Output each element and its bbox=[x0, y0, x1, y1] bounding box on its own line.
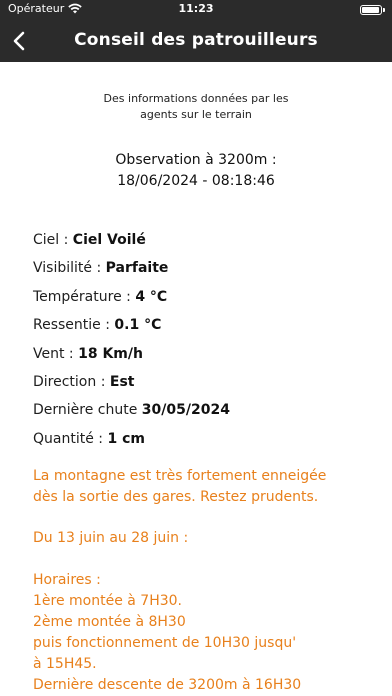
field-label: Dernière chute bbox=[33, 402, 142, 419]
field-visibilite: Visibilité : Parfaite bbox=[33, 256, 230, 284]
field-value: 0.1 °C bbox=[114, 317, 162, 334]
field-quantite: Quantité : 1 cm bbox=[33, 427, 230, 455]
warning-line: dès la sortie des gares. Restez prudents… bbox=[33, 489, 319, 505]
hours-line: à 15H45. bbox=[33, 656, 97, 672]
field-temperature: Température : 4 °C bbox=[33, 285, 230, 313]
opening-hours: Horaires : 1ère montée à 7H30. 2ème mont… bbox=[33, 570, 363, 696]
observation-header: Observation à 3200m : 18/06/2024 - 08:18… bbox=[40, 150, 352, 192]
field-label: Direction : bbox=[33, 373, 110, 390]
field-value: 4 °C bbox=[135, 288, 168, 305]
observation-datetime: 18/06/2024 - 08:18:46 bbox=[117, 173, 275, 189]
hours-line: 2ème montée à 8H30 bbox=[33, 614, 186, 630]
field-label: Quantité : bbox=[33, 430, 108, 447]
field-label: Vent : bbox=[33, 345, 79, 362]
field-value: 30/05/2024 bbox=[141, 402, 230, 419]
field-value: Est bbox=[109, 373, 135, 390]
back-button[interactable] bbox=[10, 29, 30, 53]
subtitle-line-2: agents sur le terrain bbox=[140, 108, 252, 121]
field-value: 18 Km/h bbox=[78, 345, 143, 362]
warning-line: La montagne est très fortement enneigée bbox=[33, 468, 327, 484]
subtitle-line-1: Des informations données par les bbox=[103, 92, 289, 105]
field-label: Température : bbox=[33, 288, 136, 305]
field-label: Visibilité : bbox=[33, 260, 106, 277]
field-value: Parfaite bbox=[105, 260, 169, 277]
navigation-bar: Conseil des patrouilleurs bbox=[0, 20, 392, 62]
field-value: Ciel Voilé bbox=[72, 232, 146, 248]
field-ressentie: Ressentie : 0.1 °C bbox=[33, 313, 230, 341]
field-derniere-chute: Dernière chute 30/05/2024 bbox=[33, 398, 230, 426]
field-vent: Vent : 18 Km/h bbox=[33, 342, 230, 370]
weather-fields: Ciel : Ciel Voilé Visibilité : Parfaite … bbox=[33, 228, 230, 455]
field-label: Ressentie : bbox=[33, 317, 115, 334]
hours-line: puis fonctionnement de 10H30 jusqu' bbox=[33, 635, 297, 651]
warning-message: La montagne est très fortement enneigée … bbox=[33, 466, 363, 508]
field-ciel: Ciel : Ciel Voilé bbox=[33, 228, 230, 256]
status-bar: Opérateur 11:23 bbox=[0, 0, 392, 20]
field-direction: Direction : Est bbox=[33, 370, 230, 398]
field-value: 1 cm bbox=[107, 430, 145, 447]
observation-location: Observation à 3200m : bbox=[115, 152, 277, 168]
date-range: Du 13 juin au 28 juin : bbox=[33, 530, 189, 546]
hours-line: Horaires : bbox=[33, 572, 101, 588]
field-label: Ciel : bbox=[33, 232, 73, 248]
info-subtitle: Des informations données par les agents … bbox=[60, 91, 332, 123]
status-time: 11:23 bbox=[178, 2, 214, 15]
page-title: Conseil des patrouilleurs bbox=[74, 30, 318, 50]
hours-line: Dernière descente de 3200m à 16H30 bbox=[33, 677, 302, 693]
battery-icon bbox=[360, 5, 385, 15]
chevron-left-icon bbox=[13, 31, 25, 51]
hours-line: 1ère montée à 7H30. bbox=[33, 593, 183, 609]
